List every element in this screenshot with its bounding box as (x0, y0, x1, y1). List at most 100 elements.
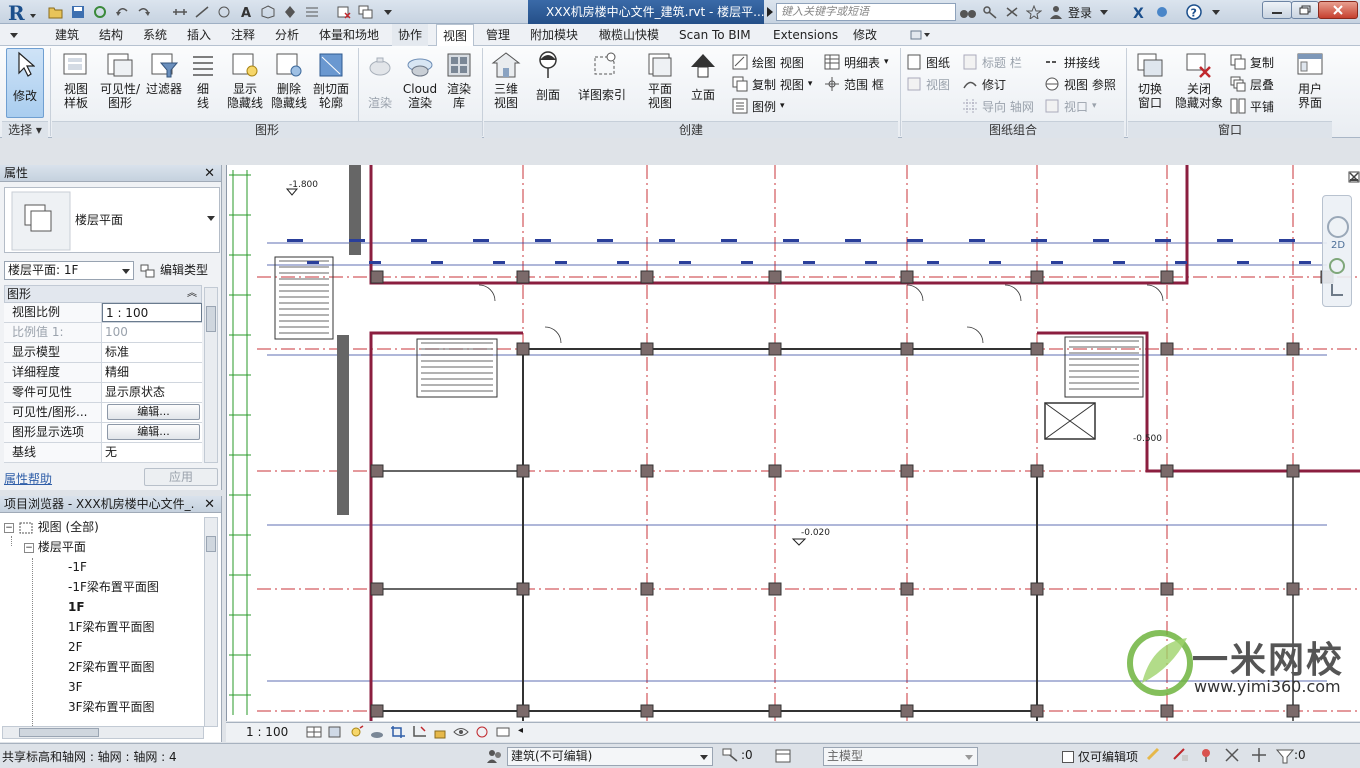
default-3d-icon[interactable] (258, 3, 278, 21)
binoculars-icon[interactable] (958, 3, 978, 21)
project-browser-close-icon[interactable]: ✕ (204, 496, 215, 513)
measure-icon[interactable] (170, 3, 190, 21)
tree-item-1f-beam-plan[interactable]: 1F梁布置平面图 (68, 617, 155, 637)
render-button[interactable]: 渲染 (362, 50, 398, 110)
properties-group-graphics[interactable]: 图形 ︽ (4, 285, 202, 303)
detail-level-icon[interactable] (306, 725, 322, 742)
workset-dropdown-icon[interactable] (699, 748, 709, 768)
legend-button[interactable]: 图例 ▾ (732, 96, 785, 116)
section-button[interactable]: 剖面 (528, 50, 568, 102)
star-icon[interactable] (1024, 3, 1044, 21)
tab-analyze[interactable]: 分析 (275, 24, 299, 46)
tab-olive-mountain[interactable]: 橄榄山快模 (599, 24, 659, 46)
stay-connected-icon[interactable] (1152, 3, 1172, 21)
tree-item-1f[interactable]: 1F (68, 597, 85, 617)
tab-systems[interactable]: 系统 (143, 24, 167, 46)
graphic-display-edit-button[interactable]: 编辑... (107, 424, 200, 440)
tree-collapse-icon[interactable]: − (4, 522, 14, 533)
customize-qat-icon[interactable] (378, 3, 398, 21)
select-pinned-icon[interactable] (1198, 747, 1216, 766)
dimension-icon[interactable] (192, 3, 212, 21)
tree-item-3f[interactable]: 3F (68, 677, 83, 697)
tab-structure[interactable]: 结构 (99, 24, 123, 46)
search-input[interactable]: 键入关键字或短语 (776, 3, 956, 21)
exchange-apps-icon[interactable]: X (1130, 3, 1150, 21)
drawing-canvas[interactable]: -1.800 -0.020 -0.500 2D 一米网校 www.yimi360.c… (226, 165, 1360, 721)
satellite-icon[interactable] (1002, 3, 1022, 21)
tab-architecture[interactable]: 建筑 (55, 24, 79, 46)
thin-lines-icon[interactable] (302, 3, 322, 21)
close-button[interactable] (1318, 1, 1358, 19)
view-scale-button[interactable]: 1 : 100 (246, 725, 288, 739)
tab-view[interactable]: 视图 (436, 24, 475, 47)
properties-scrollbar[interactable] (204, 287, 218, 463)
login-dropdown-icon[interactable] (1094, 3, 1114, 21)
tab-massing-site[interactable]: 体量和场地 (319, 24, 379, 46)
sync-icon[interactable] (90, 3, 110, 21)
show-crop-icon[interactable] (411, 725, 427, 742)
editing-requests-icon[interactable] (722, 748, 740, 767)
view-scale-field[interactable]: 1 : 100 (102, 303, 202, 322)
tree-node-views-all[interactable]: − 视图 (全部) (4, 517, 99, 537)
thin-lines-button[interactable]: 细线 (188, 50, 218, 110)
save-icon[interactable] (68, 3, 88, 21)
steering-wheel-icon[interactable] (1327, 216, 1349, 238)
reveal-hidden-icon[interactable] (474, 725, 490, 742)
collapse-group-icon[interactable]: ︽ (187, 286, 197, 302)
tab-collaborate[interactable]: 协作 (392, 24, 429, 46)
undo-icon[interactable] (112, 3, 132, 21)
open-icon[interactable] (46, 3, 66, 21)
render-gallery-button[interactable]: 渲染库 (442, 50, 476, 110)
detail-level-field[interactable]: 精细 (102, 363, 202, 382)
worksets-icon[interactable] (486, 748, 504, 767)
scope-box-button[interactable]: 范围 框 (824, 74, 884, 94)
duplicate-view-button[interactable]: 复制 视图 ▾ (732, 74, 812, 94)
temporary-hide-icon[interactable] (453, 725, 469, 742)
browser-horizontal-scrollbar[interactable] (2, 726, 204, 739)
tab-extensions[interactable]: Extensions (773, 24, 838, 46)
editable-only-checkbox[interactable] (1062, 750, 1074, 763)
parts-visibility-field[interactable]: 显示原状态 (102, 383, 202, 402)
key-icon[interactable] (980, 3, 1000, 21)
filters-button[interactable]: 过滤器 (144, 50, 184, 96)
title-block-button[interactable]: 标题 栏 (962, 52, 1022, 72)
panel-select-title[interactable]: 选择 ▾ (2, 121, 48, 138)
elevation-button[interactable]: 立面 (684, 50, 722, 102)
crop-view-icon[interactable] (390, 725, 406, 742)
tree-collapse-icon[interactable]: − (24, 542, 34, 553)
editable-only-toggle[interactable]: 仅可编辑项 (1062, 748, 1138, 765)
design-options-icon[interactable] (775, 748, 793, 767)
plan-view-button[interactable]: 平面 视图 (640, 50, 680, 110)
apply-button[interactable]: 应用 (144, 468, 218, 486)
tile-button[interactable]: 平铺 (1230, 96, 1274, 116)
section-icon[interactable] (280, 3, 300, 21)
viewports-button[interactable]: 视口 ▾ (1044, 96, 1097, 116)
type-selector-dropdown-icon[interactable] (206, 212, 216, 226)
nav-customize-icon[interactable] (1331, 284, 1343, 296)
select-links-icon[interactable] (1146, 747, 1164, 766)
view-template-button[interactable]: 视图 样板 (56, 50, 96, 110)
tree-node-floor-plans[interactable]: − 楼层平面 (24, 537, 86, 557)
edit-type-button[interactable]: 编辑类型 (140, 261, 208, 280)
tree-item-2f-beam-plan[interactable]: 2F梁布置平面图 (68, 657, 155, 677)
view-reference-button[interactable]: 视图 参照 (1044, 74, 1116, 94)
drafting-view-button[interactable]: 绘图 视图 (732, 52, 804, 72)
properties-close-icon[interactable]: ✕ (204, 165, 215, 182)
replicate-button[interactable]: 复制 (1230, 52, 1274, 72)
text-icon[interactable]: A (236, 3, 256, 21)
design-option-select[interactable]: 主模型 (823, 747, 978, 766)
visibility-graphics-edit-button[interactable]: 编辑... (107, 404, 200, 420)
callout-button[interactable]: 详图索引 (576, 50, 628, 102)
user-interface-button[interactable]: 用户 界面 (1290, 50, 1330, 110)
cascade-button[interactable]: 层叠 (1230, 74, 1274, 94)
matchline-button[interactable]: 拼接线 (1044, 52, 1100, 72)
active-workset-select[interactable]: 建筑(不可编辑) (507, 747, 713, 766)
expand-arrow-icon[interactable] (766, 5, 774, 22)
underlay-field[interactable]: 无 (102, 443, 202, 462)
switch-windows-button[interactable]: 切换 窗口 (1130, 50, 1170, 110)
design-option-dropdown-icon[interactable] (964, 748, 974, 768)
view-selector-dropdown-icon[interactable] (121, 262, 131, 284)
sun-path-icon[interactable] (348, 725, 364, 742)
tree-item-3f-beam-plan[interactable]: 3F梁布置平面图 (68, 697, 155, 717)
tag-icon[interactable] (214, 3, 234, 21)
